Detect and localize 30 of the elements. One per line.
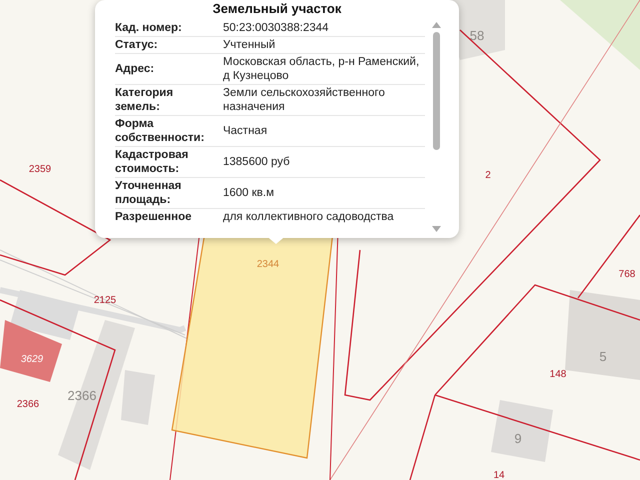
field-value: Земли сельскохозяйственного назначения <box>223 86 386 115</box>
field-label: Разрешенное <box>115 210 192 225</box>
field-label: Категория земель: <box>115 86 174 115</box>
parcel-number: 2359 <box>28 164 52 175</box>
field-label: Статус: <box>115 38 159 53</box>
field-label: Адрес: <box>115 62 156 77</box>
parcel-number: 148 <box>550 369 566 380</box>
field-label: Кад. номер: <box>115 21 183 36</box>
field-value: Учтенный <box>223 38 276 53</box>
parcel-number: 3629 <box>20 354 44 365</box>
field-label: Форма собственности: <box>115 117 206 146</box>
parcel-number: 14 <box>493 470 505 480</box>
field-value: 1600 кв.м <box>223 186 276 201</box>
field-value: 50:23:0030388:2344 <box>223 21 330 36</box>
building-number: 58 <box>470 28 484 43</box>
parcel-number: 2366 <box>16 399 40 410</box>
field-label: Уточненная площадь: <box>115 179 182 208</box>
parcel-number: 768 <box>618 269 636 280</box>
parcel-number: 2125 <box>94 295 116 306</box>
field-value: для коллективного садоводства <box>223 210 395 225</box>
popup-title: Земельный участок <box>212 0 342 18</box>
building-number: 2366 <box>68 388 96 403</box>
building-number: 9 <box>514 431 522 446</box>
field-value: 1385600 руб <box>223 155 291 170</box>
parcel-number: 2 <box>485 170 491 181</box>
parcel-number: 2344 <box>256 259 280 270</box>
field-value: Частная <box>223 124 268 139</box>
field-value: Московская область, р-н Раменский, д Кузнецово <box>223 55 420 84</box>
field-label: Кадастровая стоимость: <box>115 148 190 177</box>
building-number: 5 <box>599 349 607 364</box>
